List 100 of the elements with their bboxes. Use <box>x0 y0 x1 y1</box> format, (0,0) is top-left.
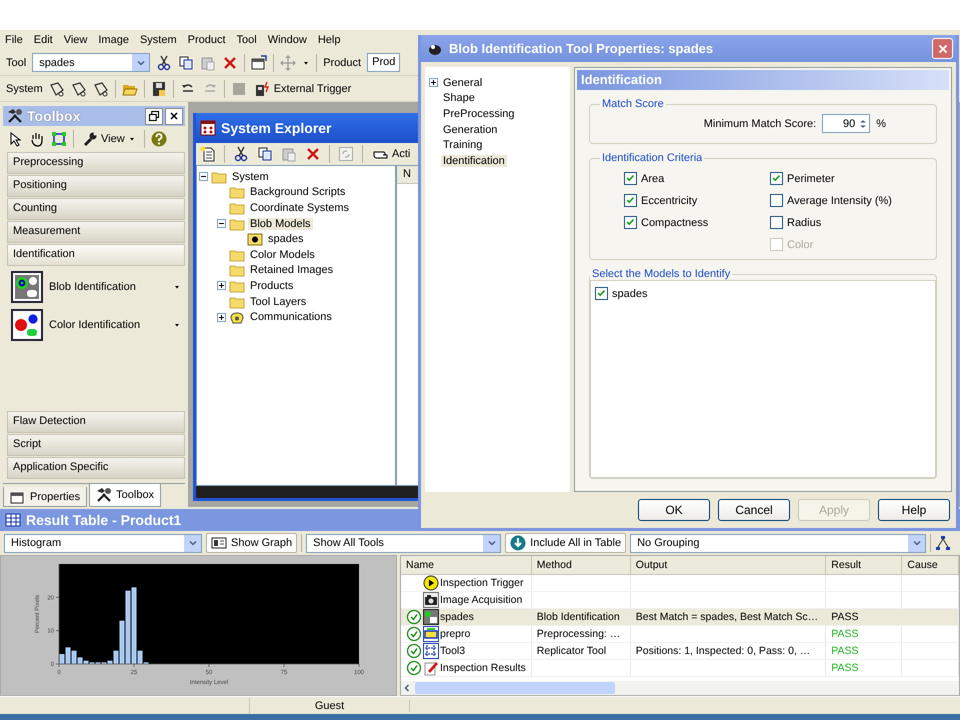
category-header[interactable]: Preprocessing <box>7 152 185 174</box>
scissors-icon[interactable] <box>156 54 172 70</box>
tool-combo[interactable]: spades <box>32 53 150 72</box>
column-header[interactable]: Result <box>826 556 902 574</box>
polygon-icon[interactable] <box>48 80 65 96</box>
tree-item[interactable]: Blob Models <box>248 218 313 230</box>
menu-item[interactable]: System <box>140 33 177 47</box>
category-header[interactable]: Positioning <box>7 175 185 197</box>
menu-item[interactable]: Product <box>188 33 226 47</box>
tree-item[interactable]: Coordinate Systems <box>248 202 352 214</box>
restore-button[interactable] <box>145 108 163 124</box>
tree-toggle[interactable] <box>217 219 226 228</box>
category-header[interactable]: Application Specific <box>7 457 185 479</box>
tree-item[interactable]: Generation <box>441 124 500 136</box>
tree-item[interactable]: Tool Layers <box>248 296 308 308</box>
checkbox[interactable] <box>624 172 637 185</box>
column-header[interactable]: Cause <box>902 556 958 574</box>
action-button[interactable]: Acti <box>371 144 412 164</box>
play-icon <box>423 574 439 590</box>
menu-item[interactable]: Window <box>268 33 307 47</box>
checkbox[interactable] <box>770 172 783 185</box>
dialog-button[interactable]: OK <box>638 499 710 521</box>
close-button[interactable] <box>165 108 183 124</box>
product-field[interactable]: Prod <box>367 53 400 72</box>
tree-toggle[interactable] <box>217 312 226 322</box>
tree-item[interactable]: Communications <box>248 311 334 324</box>
delete-icon[interactable] <box>305 146 321 162</box>
caret-icon <box>173 321 181 329</box>
menu-item[interactable]: Edit <box>34 33 53 47</box>
table-row[interactable]: Inspection Trigger <box>401 574 958 591</box>
table-row[interactable]: Inspection Results PASS <box>401 659 958 676</box>
tree-item[interactable]: Background Scripts <box>248 186 348 198</box>
delete-icon[interactable] <box>222 54 238 70</box>
table-row[interactable]: spades Blob Identification Best Match = spades, Best Match Sc… PASS <box>401 608 958 625</box>
table-row[interactable]: Tool3 Replicator Tool Positions: 1, Inspected: 0, Pass: 0, … PASS <box>401 642 958 659</box>
menu-item[interactable]: Help <box>318 33 340 47</box>
menu-item[interactable]: Tool <box>236 33 257 47</box>
tree-toggle[interactable] <box>199 172 208 182</box>
category-header[interactable]: Script <box>7 434 185 456</box>
table-row[interactable]: Image Acquisition <box>401 591 958 608</box>
tree-toggle[interactable] <box>429 78 438 88</box>
properties-icon[interactable] <box>251 54 268 70</box>
tree-item[interactable]: spades <box>266 233 306 246</box>
external-trigger-button[interactable]: External Trigger <box>252 78 354 98</box>
tree-item[interactable]: Products <box>248 280 296 292</box>
checkbox-label: spades <box>612 288 648 300</box>
panel-tab[interactable]: Toolbox <box>89 484 162 507</box>
table-row[interactable]: prepro Preprocessing: … PASS <box>401 625 958 642</box>
horizontal-scrollbar[interactable] <box>401 681 959 695</box>
grouping-combo[interactable]: No Grouping <box>630 534 926 552</box>
tree-item[interactable]: Training <box>441 139 484 152</box>
copy-icon[interactable] <box>257 146 273 162</box>
score-spinner[interactable]: 90 <box>822 114 870 133</box>
checkbox[interactable] <box>770 194 783 207</box>
include-all-button[interactable]: Include All in Table <box>505 533 626 553</box>
column-header[interactable]: Name <box>401 556 532 574</box>
menu-item[interactable]: View <box>64 33 88 47</box>
checkbox[interactable] <box>595 287 608 300</box>
menu-item[interactable]: Image <box>98 33 129 47</box>
checkbox[interactable] <box>624 216 637 229</box>
color-tool-icon <box>11 309 43 341</box>
tree-item[interactable]: General <box>441 76 484 89</box>
hierarchy-icon[interactable] <box>935 535 952 551</box>
category-header[interactable]: Counting <box>7 198 185 220</box>
tree-item[interactable]: PreProcessing <box>441 108 517 120</box>
help-icon[interactable] <box>150 131 167 147</box>
checkbox[interactable] <box>770 216 783 229</box>
show-graph-button[interactable]: Show Graph <box>206 533 298 553</box>
palette-item[interactable]: Blob Identification <box>11 271 181 303</box>
polygon-icon[interactable] <box>92 80 109 96</box>
tree-item[interactable]: Shape <box>441 92 477 104</box>
column-header[interactable]: Method <box>531 556 630 574</box>
polygon-icon[interactable] <box>70 80 87 96</box>
palette-item[interactable]: Color Identification <box>11 309 181 341</box>
new-document-icon[interactable] <box>200 146 216 162</box>
category-header[interactable]: Flaw Detection <box>7 411 185 433</box>
graph-combo[interactable]: Histogram <box>4 534 202 552</box>
column-header[interactable]: Output <box>630 556 826 574</box>
filter-combo[interactable]: Show All Tools <box>306 534 502 552</box>
view-button[interactable]: View <box>80 129 138 149</box>
checkbox[interactable] <box>624 194 637 207</box>
tree-toggle[interactable] <box>217 281 226 290</box>
frame-icon[interactable] <box>51 131 67 147</box>
tree-item[interactable]: Retained Images <box>248 264 336 276</box>
tree-item[interactable]: System <box>230 170 271 183</box>
hand-icon[interactable] <box>29 131 45 147</box>
tree-item[interactable]: Color Models <box>248 248 317 261</box>
tool-name: Image Acquisition <box>440 594 522 606</box>
scissors-icon[interactable] <box>233 146 249 162</box>
menu-item[interactable]: File <box>5 33 23 47</box>
category-header[interactable]: Identification <box>7 244 185 266</box>
trigger-icon <box>254 80 271 96</box>
save-icon[interactable] <box>150 80 167 96</box>
category-header[interactable]: Measurement <box>7 221 185 243</box>
dialog-button[interactable]: Help <box>878 499 950 521</box>
dialog-title: Blob Identification Tool Properties: spades <box>449 41 714 56</box>
dialog-button[interactable]: Cancel <box>718 499 790 521</box>
tree-item[interactable]: Identification <box>441 154 507 167</box>
panel-tab[interactable]: Properties <box>3 487 88 507</box>
copy-icon[interactable] <box>178 54 194 70</box>
